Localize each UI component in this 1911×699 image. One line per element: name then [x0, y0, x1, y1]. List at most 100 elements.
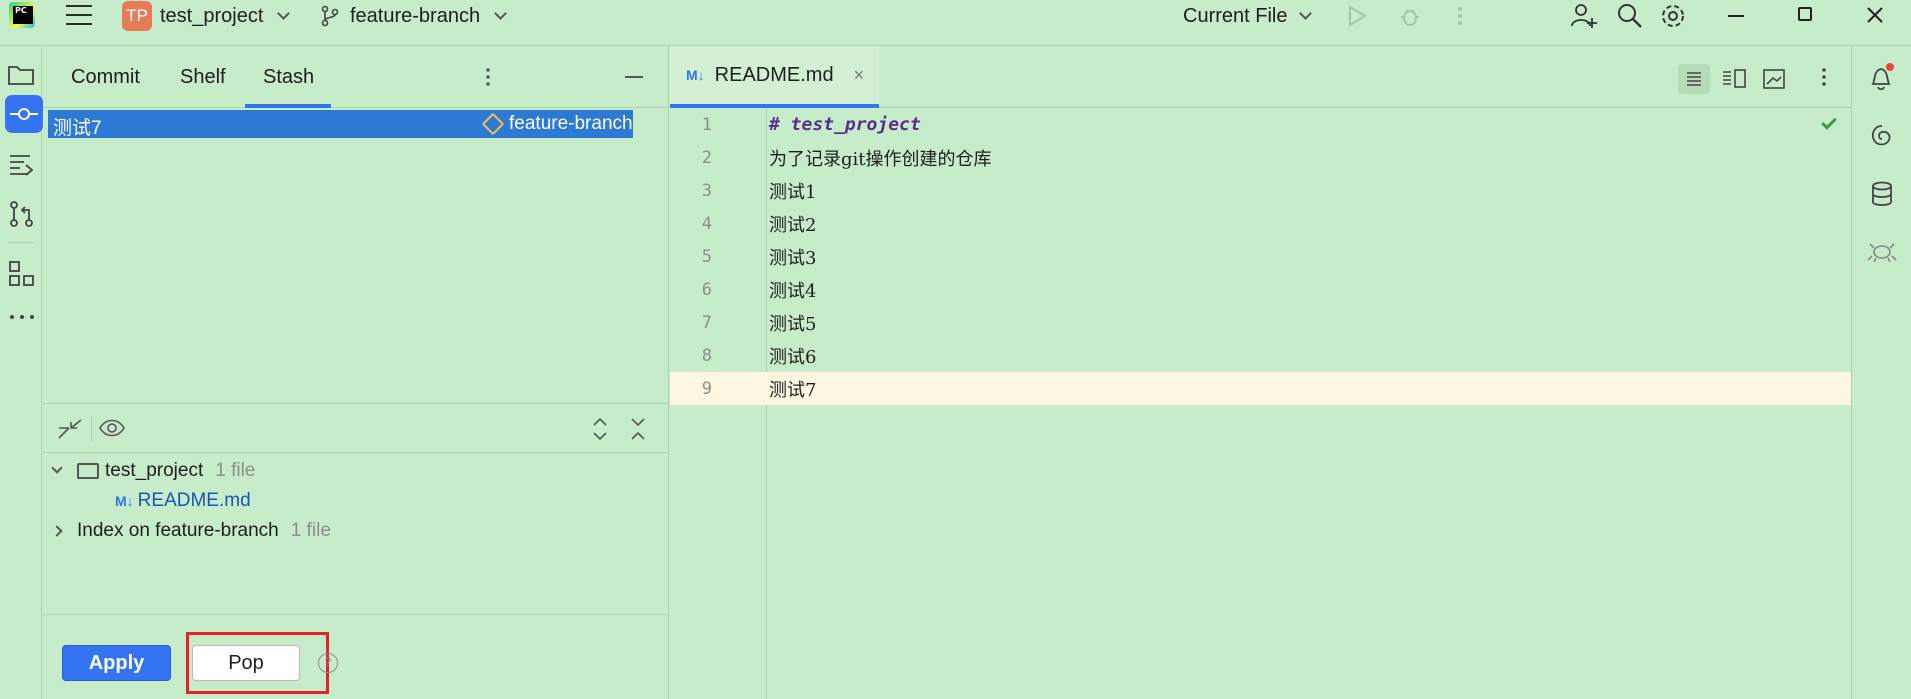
apply-button[interactable]: Apply [62, 645, 171, 681]
run-config-label: Current File [1183, 4, 1288, 27]
left-tool-strip [0, 46, 43, 699]
project-name: test_project [160, 4, 264, 27]
hide-panel-icon[interactable] [625, 76, 643, 78]
close-window-icon[interactable] [1866, 6, 1884, 24]
debug-icon[interactable] [1398, 4, 1422, 28]
branch-selector[interactable]: feature-branch [320, 0, 507, 32]
line-text: 为了记录git操作创建的仓库 [769, 148, 992, 170]
add-user-icon[interactable] [1570, 2, 1598, 30]
line-text: # test_project [769, 114, 921, 135]
tab-commit[interactable]: Commit [71, 66, 140, 89]
tree-node-index[interactable]: Index on feature-branch 1 file [51, 520, 331, 542]
collapse-arrows-icon[interactable] [57, 416, 83, 440]
project-selector[interactable]: test_project [160, 0, 291, 32]
stash-branch-name: feature-branch [509, 113, 633, 134]
panel-tab-bar: Commit Shelf Stash [43, 46, 669, 108]
tag-icon [481, 112, 505, 136]
changes-toolbar [43, 403, 669, 453]
notifications-bell-icon[interactable] [1868, 62, 1896, 92]
commit-tool-button[interactable] [5, 95, 43, 133]
split-view-icon[interactable] [1720, 66, 1748, 92]
pycharm-logo-icon[interactable] [9, 2, 35, 28]
structure-icon[interactable] [8, 152, 36, 176]
git-branch-icon [321, 5, 339, 27]
file-count: 1 file [215, 460, 256, 481]
gear-icon[interactable] [1659, 2, 1687, 30]
editor-tab-bar: M↓ README.md × [670, 46, 1851, 108]
active-tab-indicator [245, 104, 331, 108]
title-bar: TP test_project feature-branch Current F… [0, 0, 1911, 46]
code-line[interactable]: 4 测试2 [670, 207, 1851, 240]
lines-icon [1687, 72, 1701, 86]
collapse-all-icon[interactable] [629, 416, 647, 442]
chevron-down-icon [1299, 7, 1313, 20]
line-text: 测试3 [769, 247, 817, 269]
restore-window-icon[interactable] [1798, 7, 1812, 21]
chevron-down-icon [494, 7, 507, 20]
search-icon[interactable] [1616, 2, 1644, 30]
line-number: 9 [701, 378, 712, 399]
code-line[interactable]: 5 测试3 [670, 240, 1851, 273]
pull-requests-icon[interactable] [8, 200, 36, 228]
annotation-highlight-box [186, 632, 329, 694]
more-tools-icon[interactable] [8, 312, 36, 322]
markdown-file-icon: M↓ [686, 67, 705, 83]
main-menu-icon[interactable] [66, 5, 92, 27]
branch-name: feature-branch [350, 4, 481, 27]
markdown-file-icon: M↓ [115, 493, 134, 509]
editor-tab-readme[interactable]: M↓ README.md × [670, 46, 879, 108]
right-tool-strip [1851, 46, 1911, 699]
code-line[interactable]: 7 测试5 [670, 306, 1851, 339]
project-folder-icon[interactable] [7, 63, 35, 87]
editor-only-view-button[interactable] [1678, 64, 1710, 94]
ai-assistant-icon[interactable] [1868, 122, 1896, 150]
line-number: 7 [701, 312, 712, 333]
code-line-current[interactable]: 9 测试7 [670, 372, 1851, 405]
expand-all-icon[interactable] [591, 416, 609, 442]
eye-icon[interactable] [98, 418, 126, 438]
more-actions-icon[interactable] [1455, 4, 1465, 28]
line-text: 测试2 [769, 214, 817, 236]
tree-node-label: test_project [105, 460, 204, 481]
crab-icon[interactable] [1866, 236, 1898, 264]
tree-node-project[interactable]: test_project 1 file [51, 460, 256, 482]
code-line[interactable]: 1 # test_project [670, 108, 1851, 141]
tab-shelf[interactable]: Shelf [180, 66, 226, 89]
stash-list-item[interactable]: 测试7 feature-branch [48, 110, 633, 139]
line-number: 8 [701, 345, 712, 366]
chevron-down-icon [277, 7, 291, 20]
tree-node-label: Index on feature-branch [77, 520, 279, 541]
help-icon[interactable]: ? [318, 653, 338, 673]
plugins-icon[interactable] [8, 260, 36, 288]
line-text: 测试7 [769, 379, 817, 401]
stash-message: 测试7 [53, 118, 102, 139]
chevron-right-icon[interactable] [51, 525, 63, 537]
project-badge[interactable]: TP [122, 1, 152, 31]
preview-only-icon[interactable] [1760, 66, 1788, 92]
stash-action-bar: Apply Pop ? [43, 614, 669, 699]
run-config-selector[interactable]: Current File [1183, 0, 1313, 32]
line-text: 测试1 [769, 181, 817, 203]
line-number: 2 [701, 147, 712, 168]
panel-options-icon[interactable] [484, 66, 492, 88]
close-tab-icon[interactable]: × [854, 65, 865, 86]
code-line[interactable]: 6 测试4 [670, 273, 1851, 306]
line-number: 1 [701, 114, 712, 135]
file-name: README.md [137, 490, 251, 511]
folder-icon [77, 463, 99, 479]
file-count: 1 file [290, 520, 331, 541]
database-icon[interactable] [1868, 180, 1896, 208]
tab-stash[interactable]: Stash [263, 66, 314, 89]
line-text: 测试5 [769, 313, 817, 335]
line-number: 4 [701, 213, 712, 234]
run-icon[interactable] [1346, 4, 1368, 28]
line-text: 测试6 [769, 346, 817, 368]
code-line[interactable]: 3 测试1 [670, 174, 1851, 207]
code-line[interactable]: 8 测试6 [670, 339, 1851, 372]
minimize-window-icon[interactable] [1728, 15, 1744, 17]
editor-more-icon[interactable] [1820, 66, 1828, 88]
code-line[interactable]: 2 为了记录git操作创建的仓库 [670, 141, 1851, 174]
tree-node-file[interactable]: M↓ README.md [115, 490, 251, 512]
chevron-down-icon[interactable] [51, 462, 63, 474]
commit-icon [10, 108, 38, 120]
